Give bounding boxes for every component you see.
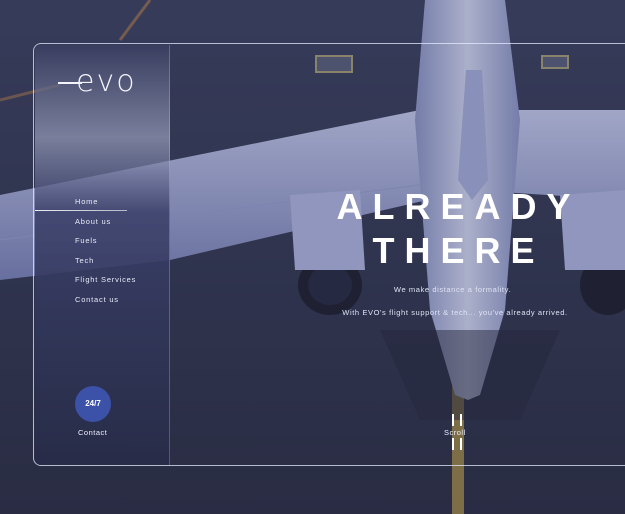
scroll-line-top-left (452, 414, 454, 426)
brand-logo[interactable]: evo (58, 64, 140, 104)
hero-title-line1: ALREADY (336, 186, 581, 227)
logo-text: evo (76, 64, 137, 99)
support-24-7-button[interactable]: 24/7 (75, 386, 111, 422)
hero-title: ALREADY THERE (336, 185, 581, 273)
nav-item-tech[interactable]: Tech (75, 253, 136, 273)
active-nav-indicator (35, 210, 127, 211)
main-nav: Home About us Fuels Tech Flight Services… (75, 194, 136, 311)
nav-item-fuels[interactable]: Fuels (75, 233, 136, 253)
scroll-line-top-right (460, 414, 462, 426)
scroll-indicator[interactable]: Scroll (444, 428, 466, 437)
nav-item-contact[interactable]: Contact us (75, 292, 136, 312)
contact-label[interactable]: Contact (78, 428, 107, 437)
scroll-line-bottom-right (460, 438, 462, 450)
scroll-line-bottom-left (452, 438, 454, 450)
hero-title-line2: THERE (372, 230, 545, 271)
nav-item-flight-services[interactable]: Flight Services (75, 272, 136, 292)
nav-item-about[interactable]: About us (75, 214, 136, 234)
hero-subtitle-2: With EVO's flight support & tech... you'… (342, 308, 568, 317)
hero-subtitle-1: We make distance a formality. (393, 285, 512, 294)
